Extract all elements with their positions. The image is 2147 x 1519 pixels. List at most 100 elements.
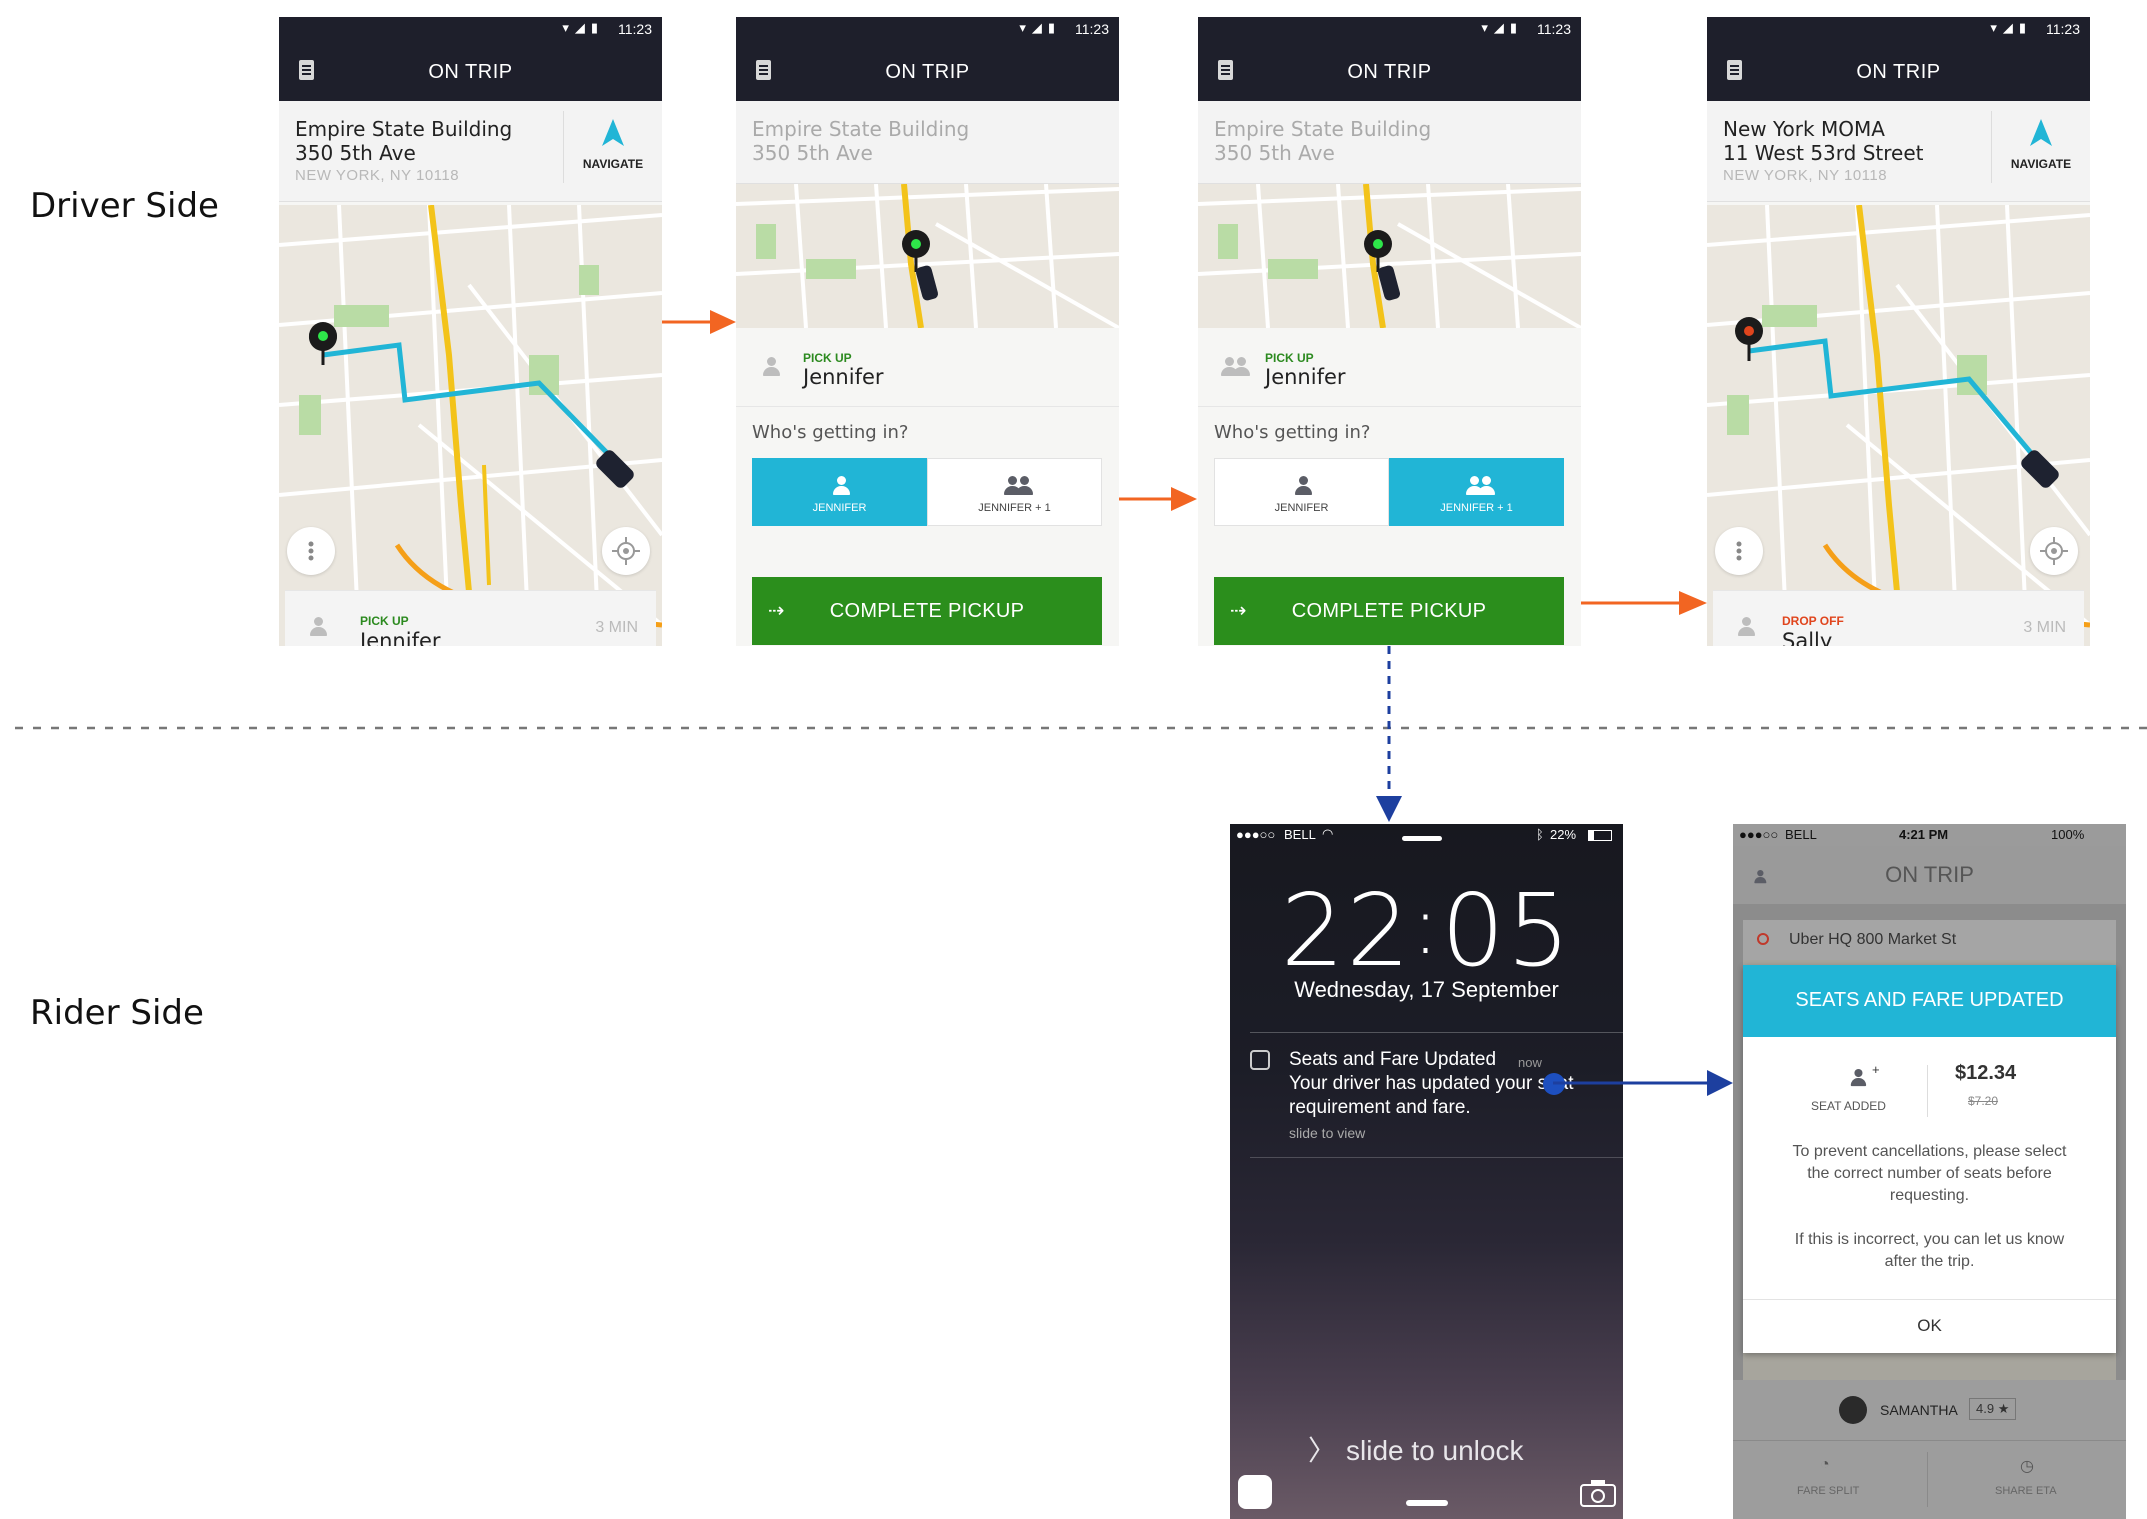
pickup-address: Uber HQ 800 Market St xyxy=(1789,931,1957,948)
ios-lock-screen: ●●●○○ BELL ◠ ᛒ 22% 22:05 Wednesday, 17 S… xyxy=(1230,824,1623,1519)
more-options-button[interactable] xyxy=(1715,527,1763,575)
camera-icon[interactable] xyxy=(1580,1479,1616,1507)
torch-icon[interactable] xyxy=(1238,1475,1272,1509)
dropoff-tag: DROP OFF xyxy=(1782,614,1844,628)
route-map[interactable] xyxy=(736,184,1119,328)
pickup-name: Jennifer xyxy=(1265,365,1346,389)
dropoff-bar[interactable]: DROP OFF Sally 3 MIN xyxy=(1713,590,2084,646)
addr-line-2: 350 5th Ave xyxy=(295,141,416,165)
driver-side-label: Driver Side xyxy=(30,186,219,226)
addr-line-3: NEW YORK, NY 10118 xyxy=(295,167,460,184)
flow-arrow-3 xyxy=(1581,591,1707,615)
status-time: 11:23 xyxy=(1537,21,1571,37)
addr-line-1: Empire State Building xyxy=(1214,117,1432,141)
notification-title[interactable]: Seats and Fare Updated xyxy=(1289,1049,1496,1071)
driver-screen-1: ▾◢▮ 11:23 ON TRIP Empire State Building … xyxy=(279,17,662,646)
pickup-bar[interactable]: PICK UP Jennifer 3 MIN xyxy=(285,590,656,646)
addr-line-2: 350 5th Ave xyxy=(752,141,873,165)
ok-button[interactable]: OK xyxy=(1743,1299,2116,1353)
complete-pickup-label: COMPLETE PICKUP xyxy=(1291,600,1487,622)
driver-info-panel: SAMANTHA 4.9 ★ ◔ FARE SPLIT ◷ SHARE ETA xyxy=(1733,1380,2126,1519)
person-icon xyxy=(1737,617,1755,637)
flow-arrow-right xyxy=(1553,1070,1733,1096)
destination-header: Empire State Building 350 5th Ave xyxy=(1198,101,1581,184)
addr-line-1: Empire State Building xyxy=(752,117,970,141)
control-center-handle[interactable] xyxy=(1406,1500,1448,1506)
route-map[interactable]: PICK UP Jennifer 3 MIN xyxy=(279,205,662,646)
seats-question: Who's getting in? xyxy=(752,422,909,443)
person-icon xyxy=(1477,476,1495,496)
more-options-button[interactable] xyxy=(287,527,335,575)
app-title: ON TRIP xyxy=(1856,61,1941,83)
driver-rating: 4.9 ★ xyxy=(1969,1398,2017,1420)
option-jennifer-plus-one[interactable]: JENNIFER + 1 xyxy=(927,458,1102,526)
dropoff-name: Sally xyxy=(1782,629,1833,646)
pickup-pin-icon xyxy=(1757,933,1769,945)
lock-time: 22:05 xyxy=(1280,872,1573,989)
battery-label: 22% xyxy=(1550,827,1577,842)
section-divider xyxy=(15,726,2147,730)
rider-time: 4:21 PM xyxy=(1899,827,1949,842)
navigate-button[interactable]: NAVIGATE xyxy=(1991,111,2090,183)
pickup-name: Jennifer xyxy=(803,365,884,389)
option-jennifer-plus-one[interactable]: JENNIFER + 1 xyxy=(1389,458,1564,526)
status-time: 11:23 xyxy=(1075,21,1109,37)
addr-line-1: Empire State Building xyxy=(295,117,513,141)
option-label: JENNIFER + 1 xyxy=(978,502,1051,514)
seats-question: Who's getting in? xyxy=(1214,422,1371,443)
driver-screen-3: ▾◢▮ 11:23 ON TRIP Empire State Building … xyxy=(1198,17,1581,646)
complete-pickup-button[interactable]: ⇢ COMPLETE PICKUP xyxy=(752,577,1102,645)
navigate-button[interactable]: NAVIGATE xyxy=(563,111,662,183)
fare-split-button[interactable]: FARE SPLIT xyxy=(1797,1485,1859,1497)
status-bar: ▾◢▮ 11:23 xyxy=(279,17,662,43)
battery-label: 100% xyxy=(2051,827,2085,842)
chevron-right-icon: 〉 xyxy=(1308,1435,1337,1466)
new-fare: $12.34 xyxy=(1955,1062,2017,1084)
app-title: ON TRIP xyxy=(885,61,970,83)
signal-icons: ▾◢▮ xyxy=(1990,20,2032,35)
uber-app-icon xyxy=(1250,1050,1270,1070)
option-jennifer[interactable]: JENNIFER xyxy=(752,458,927,526)
person-icon xyxy=(762,357,780,377)
recenter-button[interactable] xyxy=(602,527,650,575)
lock-time-minutes: 05 xyxy=(1440,872,1573,989)
map-graphic xyxy=(279,205,662,646)
app-title: ON TRIP xyxy=(1347,61,1432,83)
notification-time: now xyxy=(1518,1055,1542,1070)
rider-side-label: Rider Side xyxy=(30,993,204,1033)
person-icon xyxy=(309,617,327,637)
route-map[interactable]: DROP OFF Sally 3 MIN xyxy=(1707,205,2090,646)
slide-to-unlock[interactable]: 〉 slide to unlock xyxy=(1308,1429,1523,1469)
notification-hint: slide to view xyxy=(1289,1125,1366,1141)
status-bar: ▾◢▮ 11:23 xyxy=(1707,17,2090,43)
wifi-icon: ◠ xyxy=(1322,826,1334,841)
driver-avatar xyxy=(1839,1396,1867,1424)
route-map[interactable] xyxy=(1198,184,1581,328)
flow-arrow-down xyxy=(1376,646,1402,822)
app-bar: ON TRIP xyxy=(279,43,662,101)
rider-app-screen: ●●●○○ BELL 4:21 PM 100% ON TRIP Uber HQ … xyxy=(1733,824,2126,1519)
destination-header: New York MOMA 11 West 53rd Street NEW YO… xyxy=(1707,101,2090,202)
navigate-arrow-icon xyxy=(2030,119,2052,146)
option-jennifer[interactable]: JENNIFER xyxy=(1214,458,1389,526)
fare-updated-modal: SEATS AND FARE UPDATED + SEAT ADDED $12.… xyxy=(1743,965,2116,1353)
ios-status-bar: ●●●○○ BELL ◠ ᛒ 22% xyxy=(1230,824,1623,846)
crosshair-icon xyxy=(612,537,640,565)
app-bar: ON TRIP xyxy=(1707,43,2090,101)
map-graphic xyxy=(736,184,1119,328)
lock-date: Wednesday, 17 September xyxy=(1294,977,1559,1002)
person-icon xyxy=(1015,476,1033,496)
share-eta-button[interactable]: SHARE ETA xyxy=(1995,1485,2057,1497)
complete-pickup-button[interactable]: ⇢ COMPLETE PICKUP xyxy=(1214,577,1564,645)
pickup-address-bar[interactable]: Uber HQ 800 Market St xyxy=(1743,920,2116,960)
signal-icons: ▾◢▮ xyxy=(1481,20,1523,35)
status-time: 11:23 xyxy=(618,21,652,37)
notification-body-2: requirement and fare. xyxy=(1289,1097,1471,1118)
status-bar: ▾◢▮ 11:23 xyxy=(736,17,1119,43)
destination-header: Empire State Building 350 5th Ave NEW YO… xyxy=(279,101,662,202)
app-bar: ON TRIP xyxy=(736,43,1119,101)
recenter-button[interactable] xyxy=(2030,527,2078,575)
app-title: ON TRIP xyxy=(428,61,513,83)
add-person-icon xyxy=(1850,1069,1867,1087)
navigate-label: NAVIGATE xyxy=(582,157,644,171)
